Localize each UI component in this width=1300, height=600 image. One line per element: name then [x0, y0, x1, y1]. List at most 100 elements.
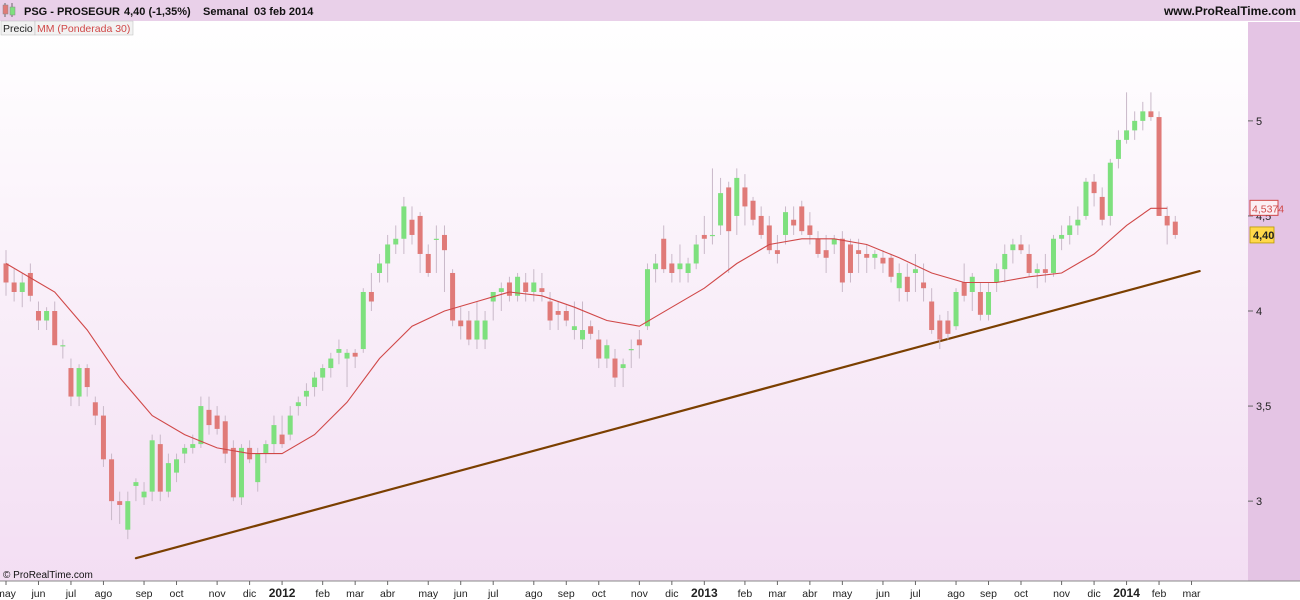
- candle-body: [230, 447, 236, 498]
- candle-body: [466, 320, 472, 340]
- candle-body: [125, 501, 131, 530]
- candle-body: [76, 368, 82, 397]
- candle-body: [523, 282, 529, 292]
- candle-body: [766, 225, 772, 251]
- candle-body: [255, 453, 261, 483]
- candle: [238, 444, 244, 505]
- candle-body: [1172, 221, 1178, 235]
- candle-body: [474, 320, 480, 340]
- candle-body: [1067, 225, 1073, 235]
- candle-body: [580, 330, 586, 340]
- x-tick-label: may: [832, 588, 853, 600]
- candle: [157, 434, 163, 502]
- candle-body: [271, 425, 277, 445]
- y-tick-label: 5: [1256, 116, 1262, 128]
- x-tick-label: dic: [243, 588, 256, 600]
- x-tick-label: sep: [136, 588, 153, 600]
- candle-body: [807, 225, 813, 235]
- candle-body: [750, 200, 756, 220]
- candle-body: [685, 263, 691, 273]
- candle-body: [344, 352, 350, 359]
- candle-body: [3, 263, 9, 283]
- candle-body: [206, 409, 212, 426]
- candle-body: [1042, 269, 1048, 273]
- candle-body: [994, 269, 1000, 283]
- candle-body: [133, 482, 139, 486]
- x-tick-label: abr: [802, 588, 818, 600]
- candle-body: [44, 311, 50, 321]
- candle-body: [441, 234, 447, 251]
- candle-body: [482, 320, 488, 340]
- candle-body: [100, 415, 106, 460]
- candle-body: [612, 358, 618, 378]
- x-tick-label: may: [418, 588, 439, 600]
- candle-body: [888, 257, 894, 277]
- candle-body: [1010, 244, 1016, 251]
- header-bar: [0, 0, 1300, 21]
- candle-body: [718, 193, 724, 226]
- candle-body: [531, 282, 537, 292]
- candle: [1156, 111, 1162, 216]
- candle-body: [328, 358, 334, 369]
- candle-body: [425, 253, 431, 273]
- x-tick-label: ago: [947, 588, 965, 600]
- candle-body: [157, 444, 163, 492]
- candle-body: [636, 339, 642, 346]
- candle-body: [1034, 269, 1040, 273]
- candle-body: [661, 238, 667, 270]
- candle-body: [791, 219, 797, 226]
- header-period: Semanal: [203, 6, 248, 18]
- candle-body: [1083, 181, 1089, 216]
- candle-body: [1075, 219, 1081, 226]
- candle-body: [238, 447, 244, 498]
- candle-body: [35, 311, 41, 321]
- x-tick-label: 2013: [691, 586, 718, 600]
- footer-copyright: © ProRealTime.com: [3, 570, 93, 581]
- candle-body: [174, 459, 180, 473]
- candle-body: [165, 463, 171, 492]
- candle-body: [758, 215, 764, 235]
- candle: [149, 434, 155, 502]
- candle-body: [953, 291, 959, 327]
- candle-body: [961, 282, 967, 296]
- candle-body: [644, 269, 650, 327]
- candle-body: [669, 263, 675, 273]
- candle: [360, 288, 366, 353]
- x-tick-label: dic: [665, 588, 678, 600]
- candle-body: [149, 440, 155, 492]
- x-tick-label: feb: [738, 588, 753, 600]
- candle-body: [734, 177, 740, 216]
- x-tick-label: mar: [1182, 588, 1201, 600]
- plot-area: [0, 22, 1248, 581]
- x-tick-label: feb: [315, 588, 330, 600]
- header-symbol: PSG - PROSEGUR: [24, 6, 120, 18]
- candle-body: [1140, 111, 1146, 121]
- candle-body: [969, 276, 975, 292]
- x-tick-label: mar: [346, 588, 365, 600]
- header-site-link[interactable]: www.ProRealTime.com: [1163, 4, 1296, 18]
- candle-body: [409, 219, 415, 235]
- candle-body: [1018, 244, 1024, 251]
- candle-body: [921, 282, 927, 289]
- header-date: 03 feb 2014: [254, 6, 314, 18]
- candle-body: [588, 326, 594, 334]
- candle-body: [198, 406, 204, 445]
- candle-body: [68, 368, 74, 397]
- candle-body: [312, 377, 318, 388]
- candle-body: [693, 244, 699, 264]
- candle-body: [563, 311, 569, 321]
- x-tick-label: jul: [65, 588, 77, 600]
- candle-body: [320, 368, 326, 378]
- candle-body: [726, 187, 732, 232]
- candle-body: [604, 345, 610, 359]
- x-tick-label: dic: [1087, 588, 1100, 600]
- x-tick-label: jun: [875, 588, 890, 600]
- candle-body: [287, 415, 293, 435]
- candle-body: [1002, 253, 1008, 270]
- candle-body: [571, 326, 577, 331]
- x-tick-label: nov: [1053, 588, 1071, 600]
- candle-body: [1099, 196, 1105, 220]
- candle-body: [295, 402, 301, 407]
- candle-body: [401, 206, 407, 239]
- candle-body: [555, 311, 561, 315]
